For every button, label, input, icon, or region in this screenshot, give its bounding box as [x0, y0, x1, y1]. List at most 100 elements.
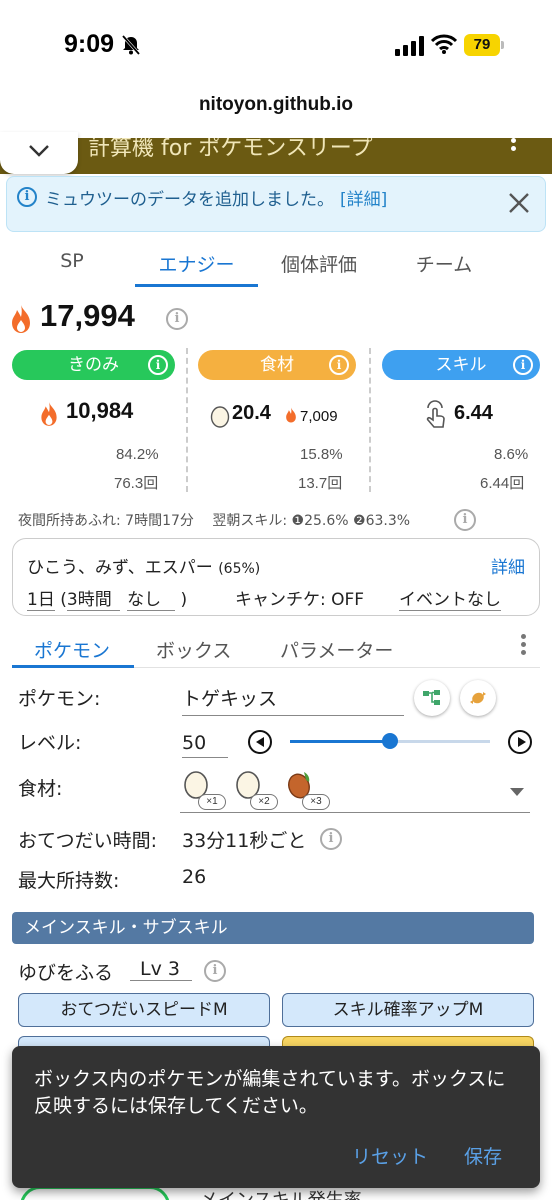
notice-detail-link[interactable]: [詳細]: [340, 190, 387, 210]
field-percent: (65%): [218, 561, 261, 577]
main-skill-name[interactable]: ゆびをふる: [18, 958, 113, 985]
tab-sp[interactable]: SP: [46, 250, 98, 272]
tab-parameters[interactable]: パラメーター: [280, 636, 393, 663]
max-carry-label: 最大所持数:: [18, 870, 120, 892]
flame-icon: [12, 305, 30, 333]
level-slider-thumb[interactable]: [382, 733, 398, 749]
ingredient-count-value: 20.4: [232, 402, 271, 424]
settings-box[interactable]: ひこう、みず、エスパー (65%) 詳細 1日 (3時間 なし ) キャンチケ:…: [12, 538, 540, 616]
more-vert-icon[interactable]: [521, 634, 526, 658]
battery-level: 79: [464, 34, 500, 56]
sleep-close-paren: ): [180, 590, 188, 610]
flame-icon: [41, 402, 57, 426]
total-energy-value: 17,994: [40, 298, 135, 333]
berry-count: 76.3回: [114, 475, 159, 492]
collapse-button[interactable]: [0, 132, 78, 174]
skill-rate-badge: [20, 1186, 170, 1200]
help-time-value: 33分11秒ごと: [182, 830, 307, 852]
ingredient-percent: 15.8%: [300, 446, 343, 463]
candy-setting[interactable]: キャンチケ: OFF: [235, 585, 364, 610]
status-time: 9:09: [64, 30, 115, 58]
status-bar: 9:09 79: [0, 0, 552, 90]
morning-skill-1: 25.6%: [304, 513, 349, 529]
sleep-open-paren: (: [60, 590, 67, 610]
ingredient-count-badge: ×1: [198, 794, 226, 810]
field-name: ひこう、みず、エスパー: [27, 558, 213, 578]
info-icon[interactable]: i: [166, 308, 188, 330]
ingredient-select-line: [180, 812, 530, 813]
night-info-row: 夜間所持あふれ: 7時間17分 翌朝スキル: ❶25.6% ❷63.3%: [18, 510, 410, 530]
info-icon[interactable]: i: [148, 355, 168, 375]
flame-icon: [286, 407, 296, 423]
pokemon-name-input[interactable]: トゲキッス: [182, 684, 404, 716]
skill-label: スキル: [435, 355, 487, 375]
tab-team[interactable]: チーム: [396, 250, 492, 277]
ingredient-label: 食材:: [18, 778, 63, 800]
candy-value: キャンチケ: OFF: [235, 590, 365, 610]
period-row: 1日 (3時間 なし ): [27, 585, 188, 611]
info-icon[interactable]: i: [320, 828, 342, 850]
field-setting[interactable]: ひこう、みず、エスパー (65%): [27, 553, 260, 578]
tab-indicator: [12, 665, 134, 668]
main-tabs: SP エナジー 個体評価 チーム: [0, 244, 552, 288]
skill-count-value: 6.44: [454, 402, 493, 424]
subskill-button[interactable]: おてつだいスピードM: [18, 993, 270, 1027]
ingredient-label: 食材: [260, 355, 294, 375]
pokemon-tree-button[interactable]: [414, 680, 450, 716]
close-icon[interactable]: [505, 189, 533, 217]
period-select[interactable]: 1日: [27, 590, 55, 611]
event-select[interactable]: イベントなし: [399, 585, 501, 611]
circled-two-icon: ❷: [353, 513, 366, 529]
level-slider-fill: [290, 740, 390, 743]
header-menu-icon[interactable]: [506, 138, 520, 158]
tap-hand-icon: [426, 400, 445, 428]
app-title: 計算機 for ポケモンスリープ: [88, 138, 373, 161]
info-icon[interactable]: i: [329, 355, 349, 375]
info-notice: i ミュウツーのデータを追加しました。 [詳細]: [6, 176, 546, 232]
tab-energy[interactable]: エナジー: [135, 250, 258, 277]
info-icon[interactable]: i: [204, 960, 226, 982]
notice-message: ミュウツーのデータを追加しました。: [45, 190, 334, 210]
snackbar: ボックス内のポケモンが編集されています。ボックスに反映するには保存してください。…: [12, 1046, 540, 1188]
tab-box[interactable]: ボックス: [156, 636, 231, 663]
egg-icon: [210, 406, 230, 428]
info-icon[interactable]: i: [513, 355, 533, 375]
candy-button[interactable]: [460, 680, 496, 716]
subskill-button[interactable]: スキル確率アップM: [282, 993, 534, 1027]
ingredient-count: 13.7回: [298, 475, 343, 492]
battery-tip: [501, 41, 504, 49]
level-slider[interactable]: [290, 733, 490, 749]
ingredient-count-badge: ×2: [250, 794, 278, 810]
tab-pokemon[interactable]: ポケモン: [34, 636, 110, 663]
skill-level-select[interactable]: Lv 3: [130, 958, 192, 981]
level-input[interactable]: 50: [182, 732, 228, 758]
skill-rate-label: メインスキル発生率: [200, 1186, 362, 1200]
berry-label: きのみ: [68, 355, 119, 375]
notice-text: ミュウツーのデータを追加しました。 [詳細]: [45, 185, 387, 210]
settings-detail-link[interactable]: 詳細: [491, 553, 525, 578]
sleep-extra-select[interactable]: なし: [127, 590, 176, 611]
berry-energy-value: 10,984: [66, 398, 134, 423]
ingredient-count-badge: ×3: [302, 794, 330, 810]
tab-indicator: [135, 284, 258, 287]
skill-section-header: メインスキル・サブスキル: [12, 912, 534, 944]
dropdown-arrow-icon[interactable]: [510, 788, 524, 796]
triangle-left-icon: [256, 737, 264, 747]
max-carry-value: 26: [182, 866, 207, 888]
candy-icon: [470, 692, 486, 704]
reset-button[interactable]: リセット: [352, 1142, 428, 1169]
ingredient-slot-2[interactable]: ×2: [234, 768, 278, 812]
level-decrease-button[interactable]: [248, 730, 272, 754]
skill-percent: 8.6%: [494, 446, 529, 463]
save-button[interactable]: 保存: [464, 1142, 502, 1169]
ingredient-slot-1[interactable]: ×1: [182, 768, 226, 812]
tab-iv[interactable]: 個体評価: [268, 250, 370, 277]
wifi-icon: [431, 34, 457, 54]
battery-indicator: 79: [464, 34, 504, 56]
info-icon: i: [17, 187, 37, 207]
url-bar[interactable]: nitoyon.github.io: [0, 94, 552, 116]
ingredient-slot-3[interactable]: ×3: [286, 768, 330, 812]
level-increase-button[interactable]: [508, 730, 532, 754]
info-icon[interactable]: i: [454, 509, 476, 531]
sleep-select[interactable]: 3時間: [66, 590, 120, 611]
